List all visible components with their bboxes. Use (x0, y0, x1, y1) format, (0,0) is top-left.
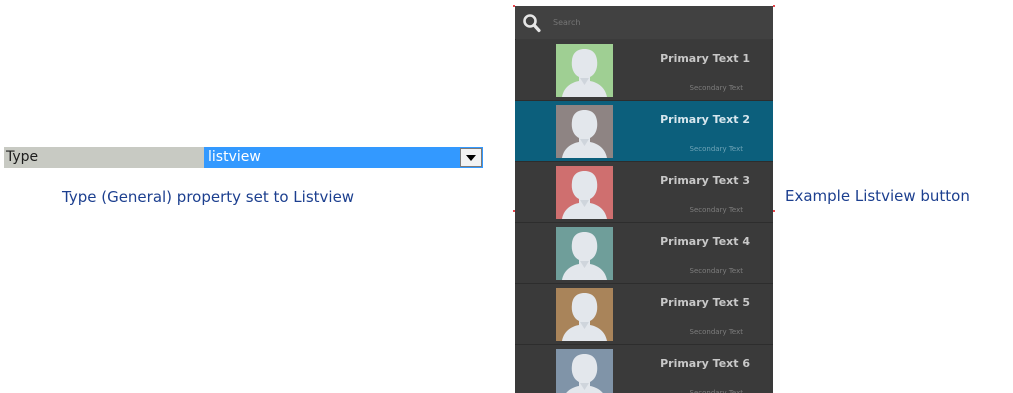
avatar (556, 349, 613, 393)
edge-marker (773, 210, 775, 212)
list-item[interactable]: Primary Text 4 Secondary Text (515, 223, 773, 284)
property-caption: Type (General) property set to Listview (62, 188, 355, 206)
search-bar[interactable] (515, 6, 773, 39)
primary-text: Primary Text 3 (660, 174, 750, 187)
secondary-text: Secondary Text (689, 267, 743, 275)
list-item[interactable]: Primary Text 5 Secondary Text (515, 284, 773, 345)
secondary-text: Secondary Text (689, 206, 743, 214)
primary-text: Primary Text 4 (660, 235, 750, 248)
avatar (556, 288, 613, 341)
avatar (556, 105, 613, 158)
primary-text: Primary Text 1 (660, 52, 750, 65)
avatar (556, 44, 613, 97)
property-name: Type (4, 147, 204, 168)
primary-text: Primary Text 5 (660, 296, 750, 309)
search-input[interactable] (551, 17, 755, 28)
primary-text: Primary Text 6 (660, 357, 750, 370)
list-item[interactable]: Primary Text 1 Secondary Text (515, 40, 773, 101)
dropdown-button[interactable] (460, 148, 482, 167)
person-silhouette-icon (556, 105, 613, 158)
list-item[interactable]: Primary Text 2 Secondary Text (515, 101, 773, 162)
avatar (556, 227, 613, 280)
person-silhouette-icon (556, 44, 613, 97)
property-value-select[interactable]: listview (204, 147, 483, 168)
list-item[interactable]: Primary Text 3 Secondary Text (515, 162, 773, 223)
search-icon (523, 13, 541, 32)
person-silhouette-icon (556, 227, 613, 280)
person-silhouette-icon (556, 166, 613, 219)
secondary-text: Secondary Text (689, 145, 743, 153)
listview-widget[interactable]: Primary Text 1Secondary TextPrimary Text… (515, 6, 773, 393)
primary-text: Primary Text 2 (660, 113, 750, 126)
secondary-text: Secondary Text (689, 389, 743, 393)
edge-marker (773, 5, 775, 7)
person-silhouette-icon (556, 349, 613, 393)
secondary-text: Secondary Text (689, 84, 743, 92)
edge-marker (513, 5, 515, 7)
listview-items: Primary Text 1 Secondary Text Primary Text… (515, 40, 773, 393)
property-value-text: listview (208, 149, 261, 165)
secondary-text: Secondary Text (689, 328, 743, 336)
listview-caption: Example Listview button (785, 187, 970, 205)
list-item[interactable]: Primary Text 6 Secondary Text (515, 345, 773, 393)
type-property-row: Type listview (4, 147, 483, 168)
edge-marker (513, 210, 515, 212)
person-silhouette-icon (556, 288, 613, 341)
avatar (556, 166, 613, 219)
chevron-down-icon (466, 154, 476, 161)
